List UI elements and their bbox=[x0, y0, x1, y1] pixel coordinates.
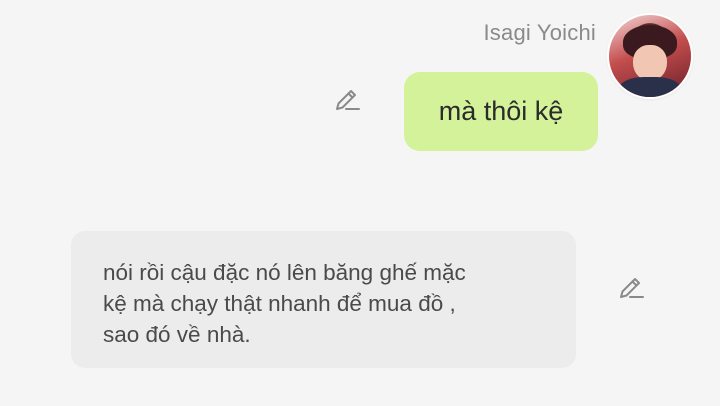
avatar-shirt bbox=[619, 77, 681, 97]
pencil-edit-icon bbox=[336, 90, 360, 110]
sender-name: Isagi Yoichi bbox=[483, 20, 596, 45]
edit-message-button-top[interactable] bbox=[332, 85, 362, 115]
pencil-edit-icon bbox=[620, 278, 644, 298]
avatar[interactable] bbox=[609, 15, 691, 97]
avatar-face bbox=[633, 45, 667, 81]
edit-message-button-bottom[interactable] bbox=[616, 273, 646, 303]
message-bubble-outgoing[interactable]: mà thôi kệ bbox=[404, 72, 598, 151]
message-bubble-incoming[interactable]: nói rồi cậu đặc nó lên băng ghế mặc kệ m… bbox=[71, 231, 576, 368]
